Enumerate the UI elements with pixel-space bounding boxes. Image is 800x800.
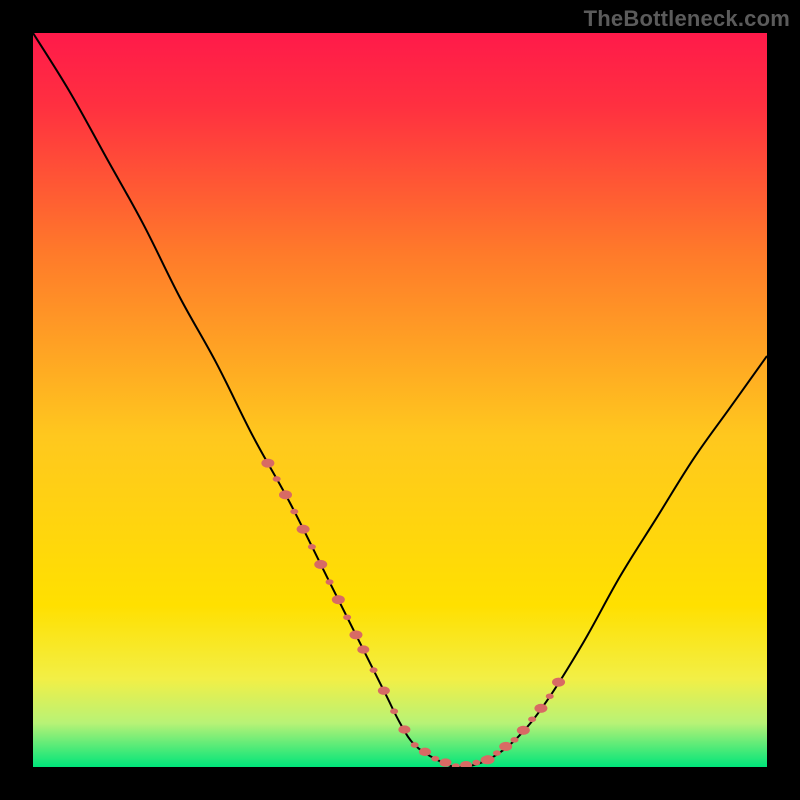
curve-dot <box>326 579 334 585</box>
curve-dot <box>431 756 439 762</box>
curve-dot <box>398 725 410 733</box>
curve-dot <box>534 704 547 713</box>
gradient-background <box>33 33 767 767</box>
curve-dot <box>314 560 327 569</box>
curve-dot <box>378 686 390 694</box>
curve-dot <box>290 509 298 515</box>
curve-dot <box>552 678 565 687</box>
curve-dot <box>517 726 530 735</box>
curve-dot <box>528 716 536 722</box>
curve-dot <box>349 630 362 639</box>
curve-dot <box>511 737 519 743</box>
chart-container <box>33 33 767 767</box>
curve-dot <box>390 708 398 714</box>
bottleneck-chart <box>33 33 767 767</box>
curve-dot <box>343 614 351 620</box>
curve-dot <box>440 758 452 766</box>
curve-dot <box>411 742 419 748</box>
curve-dot <box>481 756 493 764</box>
curve-dot <box>332 595 345 604</box>
curve-dot <box>370 667 378 673</box>
watermark-text: TheBottleneck.com <box>584 6 790 32</box>
curve-dot <box>261 459 274 468</box>
curve-dot <box>279 490 292 499</box>
curve-dot <box>472 760 480 766</box>
curve-dot <box>499 742 512 751</box>
curve-dot <box>546 693 554 699</box>
curve-dot <box>419 748 431 756</box>
curve-dot <box>493 750 501 756</box>
curve-dot <box>273 476 281 482</box>
curve-dot <box>308 544 316 550</box>
curve-dot <box>357 645 369 653</box>
curve-dot <box>297 525 310 534</box>
